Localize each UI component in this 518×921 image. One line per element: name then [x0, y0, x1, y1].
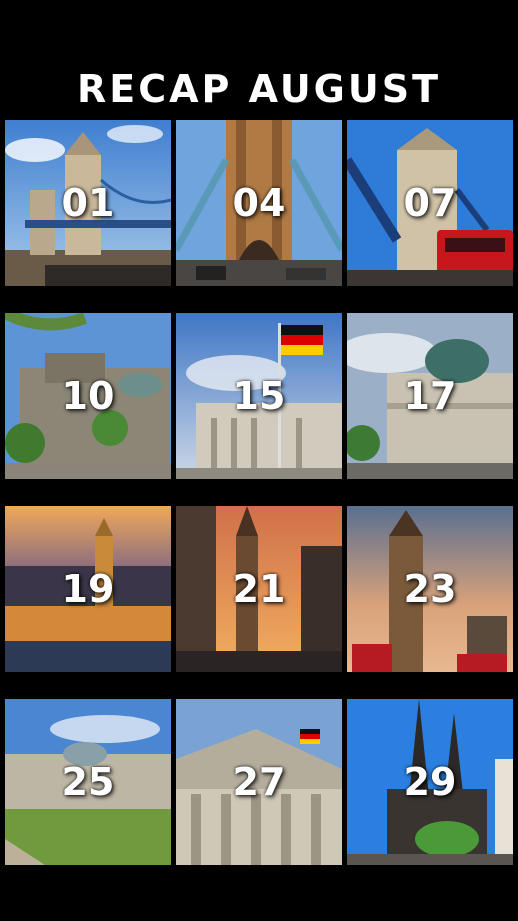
photo-tile-07[interactable]: 07 [347, 120, 513, 286]
photo-tile-21[interactable]: 21 [176, 506, 342, 672]
photo-tile-17[interactable]: 17 [347, 313, 513, 479]
photo-tile-19[interactable]: 19 [5, 506, 171, 672]
photo-tile-10[interactable]: 10 [5, 313, 171, 479]
photo-tile-15[interactable]: 15 [176, 313, 342, 479]
photo-tile-01[interactable]: 01 [5, 120, 171, 286]
day-label: 01 [61, 181, 115, 225]
photo-tile-04[interactable]: 04 [176, 120, 342, 286]
photo-tile-23[interactable]: 23 [347, 506, 513, 672]
day-label: 23 [403, 567, 457, 611]
page-title: RECAP AUGUST [76, 67, 442, 111]
day-label: 17 [403, 374, 457, 418]
day-label: 04 [232, 181, 286, 225]
day-label: 10 [61, 374, 115, 418]
day-label: 25 [61, 760, 115, 804]
photo-tile-27[interactable]: 27 [176, 699, 342, 865]
day-label: 07 [403, 181, 457, 225]
day-label: 21 [232, 567, 286, 611]
day-label: 19 [61, 567, 115, 611]
day-label: 29 [403, 760, 457, 804]
day-label: 15 [232, 374, 286, 418]
day-label: 27 [232, 760, 286, 804]
photo-tile-25[interactable]: 25 [5, 699, 171, 865]
photo-tile-29[interactable]: 29 [347, 699, 513, 865]
